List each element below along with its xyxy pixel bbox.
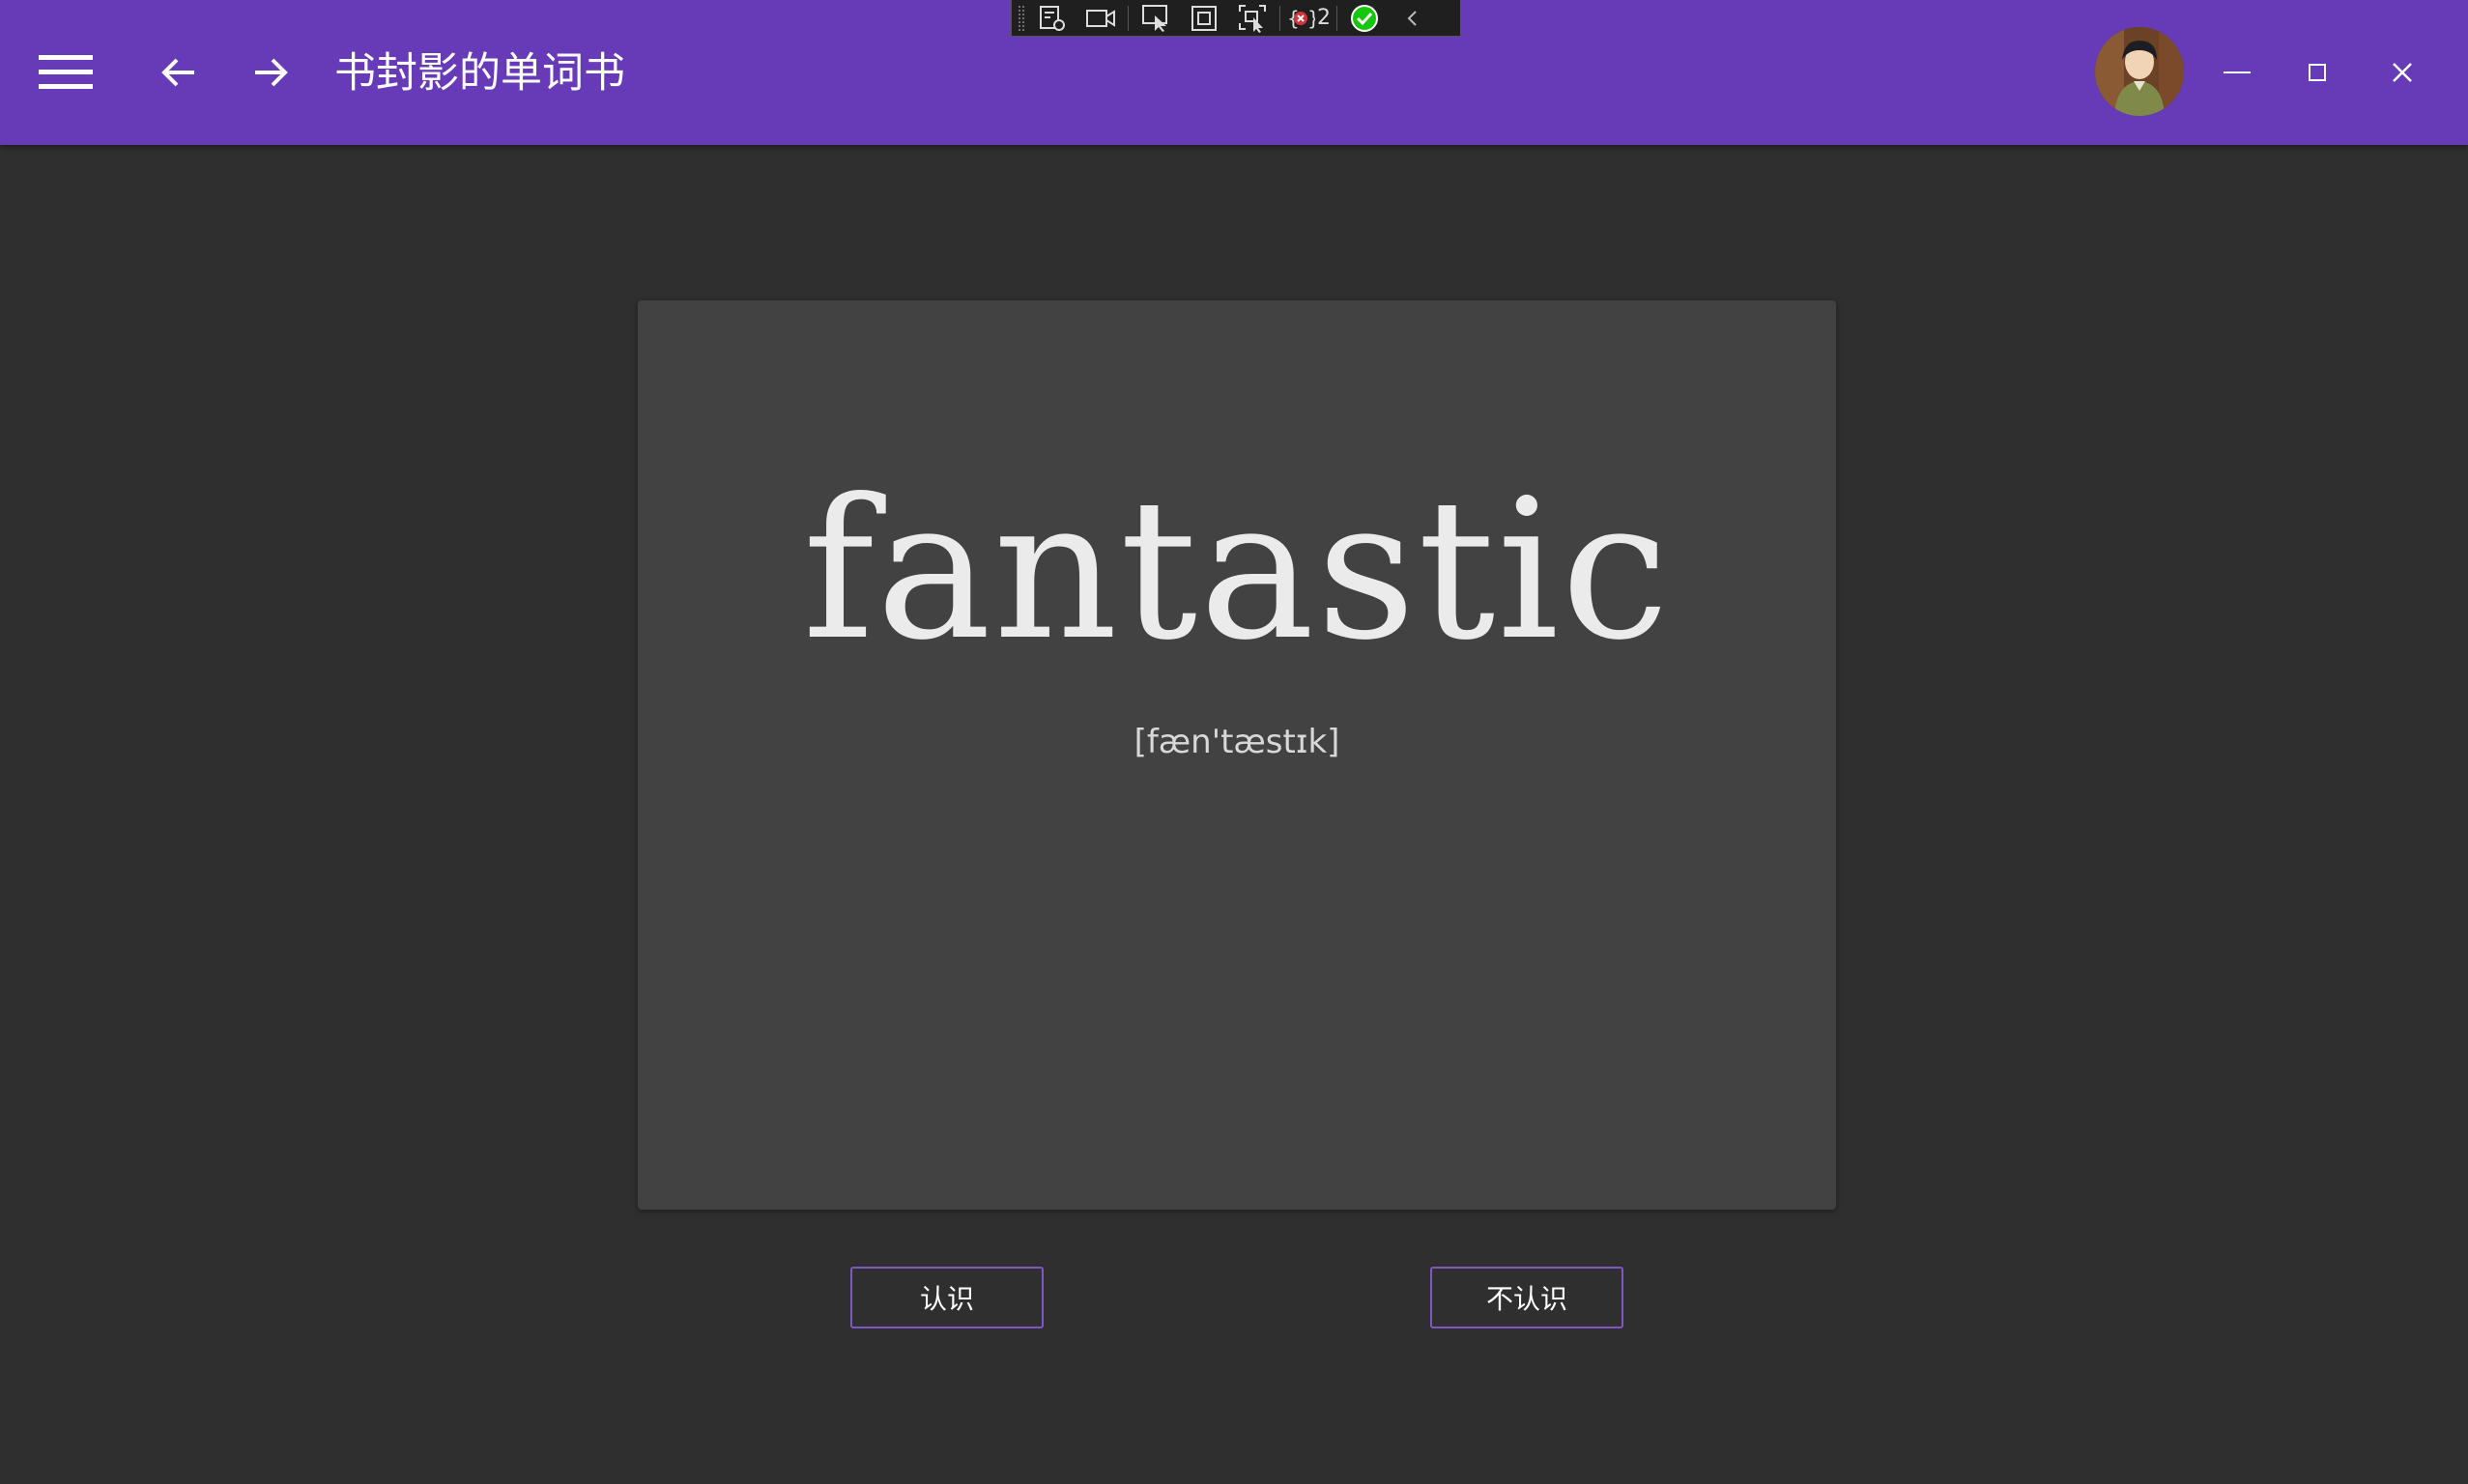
record-button[interactable]	[1079, 2, 1122, 35]
video-camera-icon	[1086, 9, 1115, 27]
maximize-button[interactable]	[2279, 39, 2356, 106]
avatar-image	[2095, 27, 2184, 116]
binding-failures-button[interactable]: { } 2	[1286, 2, 1331, 35]
binding-error-icon: { }	[1287, 7, 1315, 30]
live-visual-tree-button[interactable]	[1031, 2, 1074, 35]
minimize-icon	[2224, 71, 2251, 73]
visual-tree-icon	[1040, 5, 1065, 31]
toolbar-grip-icon[interactable]	[1018, 4, 1025, 32]
select-cursor-icon	[1142, 4, 1167, 32]
check-circle-icon	[1351, 4, 1378, 32]
back-button[interactable]	[145, 39, 213, 106]
collapse-toolbar-button[interactable]	[1392, 2, 1434, 35]
layout-adorner-icon	[1191, 5, 1217, 31]
know-button[interactable]: 认识	[850, 1267, 1044, 1328]
app-title: 书封影的单词书	[334, 49, 625, 98]
binding-error-count: 2	[1317, 6, 1331, 30]
close-button[interactable]	[2364, 39, 2441, 106]
phonetic-text: [fæn'tæstɪk]	[1134, 723, 1340, 761]
avatar[interactable]	[2095, 27, 2184, 116]
word-text: fantastic	[802, 458, 1672, 683]
select-element-button[interactable]	[1134, 2, 1177, 35]
display-layout-adorners-button[interactable]	[1183, 2, 1225, 35]
hot-reload-status-button[interactable]	[1343, 2, 1386, 35]
arrow-right-icon	[255, 58, 288, 87]
menu-button[interactable]	[27, 39, 104, 106]
close-icon	[2393, 63, 2412, 82]
toolbar-separator	[1279, 5, 1280, 31]
track-focus-button[interactable]	[1231, 2, 1274, 35]
svg-text:}: }	[1307, 7, 1315, 30]
app-window: 书封影的单词书 {2 fantastic [fæn'tæstɪk] 认识 不认…	[0, 0, 2468, 1484]
forward-button[interactable]	[237, 39, 304, 106]
maximize-icon	[2309, 64, 2326, 81]
chevron-left-icon	[1407, 10, 1417, 26]
hamburger-icon	[39, 55, 93, 89]
minimize-button[interactable]	[2198, 39, 2276, 106]
debug-toolbar: { } 2	[1011, 0, 1461, 37]
toolbar-separator	[1336, 5, 1337, 31]
word-card: fantastic [fæn'tæstɪk]	[638, 300, 1836, 1210]
track-focus-icon	[1239, 4, 1266, 33]
dont-know-button[interactable]: 不认识	[1430, 1267, 1623, 1328]
arrow-left-icon	[161, 58, 194, 87]
toolbar-separator	[1128, 5, 1129, 31]
